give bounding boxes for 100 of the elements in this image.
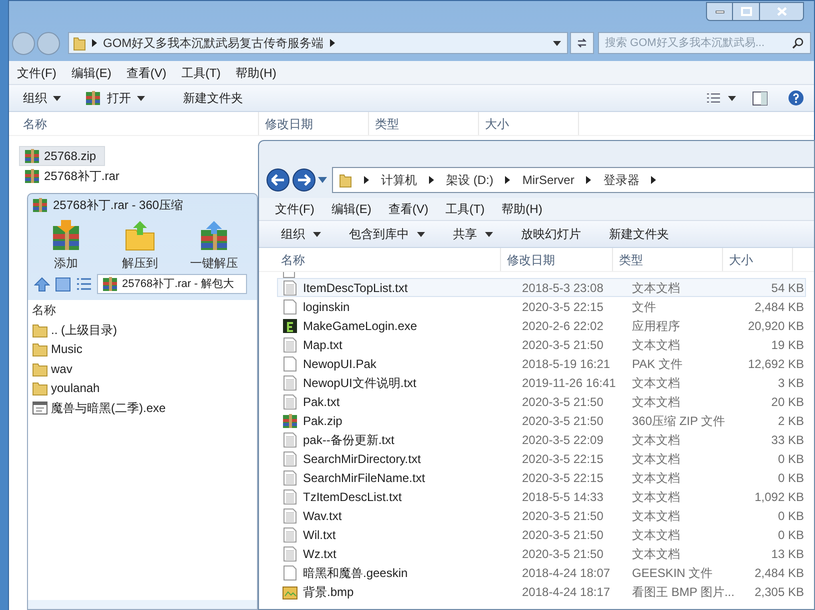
menu-item[interactable]: 编辑(E)	[70, 64, 112, 82]
breadcrumb-item[interactable]: 登录器	[603, 171, 640, 189]
file-size: 19 KB	[770, 336, 804, 354]
archive-item[interactable]: wav	[28, 359, 76, 378]
file-type: 文本文档	[632, 280, 681, 296]
file-row[interactable]: Wz.txt 2020-3-5 21:50 文本文档 13 KB	[277, 544, 806, 563]
file-name: NewopUI文件说明.txt	[303, 374, 416, 392]
toolbar-button[interactable]: 包含到库中	[349, 223, 425, 245]
column-header[interactable]: 类型	[369, 112, 479, 135]
toolbar-button[interactable]: 组织	[17, 87, 67, 109]
file-type: GEESKIN 文件	[632, 564, 714, 582]
column-header[interactable]: 名称	[9, 112, 259, 135]
file-type: 文本文档	[632, 394, 681, 410]
menu-item[interactable]: 工具(T)	[445, 200, 485, 218]
archive-item[interactable]: youlanah	[28, 378, 104, 398]
text-file-icon	[282, 546, 298, 562]
column-header[interactable]: 修改日期	[259, 112, 369, 135]
menu-item[interactable]: 帮助(H)	[502, 200, 542, 218]
column-header[interactable]: 大小	[479, 112, 579, 135]
column-header[interactable]: 类型	[613, 248, 723, 271]
caret-icon[interactable]	[728, 96, 736, 100]
list-view-icon[interactable]	[76, 276, 92, 292]
toolbar-button[interactable]: 添加	[36, 220, 96, 272]
file-size: 3 KB	[776, 374, 804, 392]
folder-icon	[32, 322, 48, 338]
file-row[interactable]: NewopUI文件说明.txt 2019-11-26 16:41 文本文档 3 KB	[277, 373, 806, 392]
archive-icon	[32, 197, 48, 213]
breadcrumb-item[interactable]: 架设 (D:)	[446, 171, 494, 189]
menu-item[interactable]: 文件(F)	[16, 64, 58, 82]
file-row[interactable]: SearchMirDirectory.txt 2020-3-5 22:15 文本文档 0 KB	[277, 449, 806, 468]
file-row[interactable]: 背景.bmp 2018-4-24 18:17 看图王 BMP 图片... 2,305 KB	[277, 582, 806, 601]
file-size: 2,305 KB	[754, 584, 804, 600]
toolbar-button[interactable]: 新建文件夹	[609, 223, 669, 245]
file-row[interactable]: 暗黑和魔兽.geeskin 2018-4-24 18:07 GEESKIN 文件 2,484 KB	[277, 563, 806, 582]
toolbar-button[interactable]: 一键解压	[184, 220, 244, 272]
column-header[interactable]: 修改日期	[501, 248, 613, 271]
menu-item[interactable]: 工具(T)	[180, 64, 222, 82]
toolbar-button[interactable]: 打开	[79, 87, 151, 109]
address-bar[interactable]: GOM好又多我本沉默武易复古传奇服务端	[68, 32, 568, 54]
file-name: Pak.zip	[303, 412, 342, 430]
path-field[interactable]: 25768补丁.rar - 解包大	[97, 274, 247, 294]
file-row[interactable]: MakeGameLogin.exe 2020-2-6 22:02 应用程序 20,920 KB	[277, 316, 806, 335]
file-row[interactable]: NewopUI.Pak 2018-5-19 16:21 PAK 文件 12,692 KB	[277, 354, 806, 373]
archive-icon	[85, 90, 101, 106]
file-row[interactable]: SearchMirFileName.txt 2020-3-5 22:15 文本文档 0 KB	[277, 468, 806, 487]
up-arrow-icon[interactable]	[34, 276, 50, 292]
file-name: TzItemDescList.txt	[303, 488, 402, 506]
file-row[interactable]: 25768补丁.rar	[19, 166, 128, 186]
menu-item[interactable]: 编辑(E)	[331, 200, 372, 218]
file-type: 看图王 BMP 图片...	[632, 584, 736, 600]
file-size: 12,692 KB	[746, 356, 804, 372]
column-header[interactable]: 名称	[259, 248, 501, 271]
file-row[interactable]: Pak.txt 2020-3-5 21:50 文本文档 20 KB	[277, 392, 806, 411]
preview-pane-icon[interactable]	[752, 90, 768, 106]
close-button[interactable]	[759, 2, 804, 21]
menu-item[interactable]: 文件(F)	[275, 200, 314, 218]
column-header[interactable]: 名称	[28, 300, 60, 320]
menu-item[interactable]: 帮助(H)	[234, 64, 278, 82]
toolbar-button[interactable]: 解压到	[110, 220, 170, 272]
text-file-icon	[282, 488, 298, 504]
file-row[interactable]: ItemDescTopList.txt 2018-5-3 23:08 文本文档 54 KB	[277, 278, 806, 297]
archive-item[interactable]: .. (上级目录)	[28, 320, 121, 340]
thumbnail-view-icon[interactable]	[55, 276, 71, 292]
refresh-button[interactable]	[570, 32, 594, 54]
view-list-icon[interactable]	[706, 92, 722, 104]
file-row[interactable]: TzItemDescList.txt 2018-5-5 14:33 文本文档 1,092 KB	[277, 487, 806, 506]
file-name: Wil.txt	[303, 526, 336, 544]
column-header[interactable]: 大小	[723, 248, 793, 271]
archive-item[interactable]: Music	[28, 340, 86, 359]
toolbar-button[interactable]: 组织	[281, 223, 321, 245]
date-modified: 2020-3-5 22:09	[521, 432, 604, 448]
breadcrumb-item[interactable]: MirServer	[522, 171, 574, 189]
file-row[interactable]: loginskin 2020-3-5 22:15 文件 2,484 KB	[277, 297, 806, 316]
file-row[interactable]: Wil.txt 2020-3-5 21:50 文本文档 0 KB	[277, 525, 806, 544]
file-name: Wz.txt	[303, 546, 336, 562]
help-icon[interactable]	[788, 90, 804, 106]
date-modified: 2018-4-24 18:17	[521, 584, 612, 600]
file-row[interactable]: Map.txt 2020-3-5 21:50 文本文档 19 KB	[277, 335, 806, 354]
file-row[interactable]: pak--备份更新.txt 2020-3-5 22:09 文本文档 33 KB	[277, 430, 806, 449]
minimize-button[interactable]	[706, 2, 733, 21]
menu-item[interactable]: 查看(V)	[125, 64, 168, 82]
date-modified: 2020-3-5 22:15	[521, 470, 604, 486]
file-row[interactable]: 25768.zip	[19, 146, 106, 166]
breadcrumb-item[interactable]: GOM好又多我本沉默武易复古传奇服务端	[103, 34, 324, 52]
toolbar-button[interactable]: 共享	[453, 223, 493, 245]
file-type: 文本文档	[632, 450, 681, 468]
file-row[interactable]: Wav.txt 2020-3-5 21:50 文本文档 0 KB	[277, 506, 806, 525]
menu-item[interactable]: 查看(V)	[388, 200, 428, 218]
forward-button[interactable]	[292, 168, 316, 192]
maximize-button[interactable]	[733, 2, 759, 21]
back-button[interactable]	[266, 168, 290, 192]
toolbar-button[interactable]: 放映幻灯片	[521, 223, 581, 245]
file-size: 20,920 KB	[746, 318, 804, 334]
file-row[interactable]: Pak.zip 2020-3-5 21:50 360压缩 ZIP 文件 2 KB	[277, 411, 806, 430]
address-bar[interactable]: 计算机 架设 (D:) MirServer 登录器	[332, 167, 814, 193]
file-type: 360压缩 ZIP 文件	[632, 412, 726, 430]
toolbar-button[interactable]: 新建文件夹	[177, 87, 249, 109]
breadcrumb-item[interactable]: 计算机	[381, 171, 417, 189]
archive-item[interactable]: 魔兽与暗黑(二季).exe	[28, 398, 170, 418]
caret-icon[interactable]	[318, 177, 327, 183]
